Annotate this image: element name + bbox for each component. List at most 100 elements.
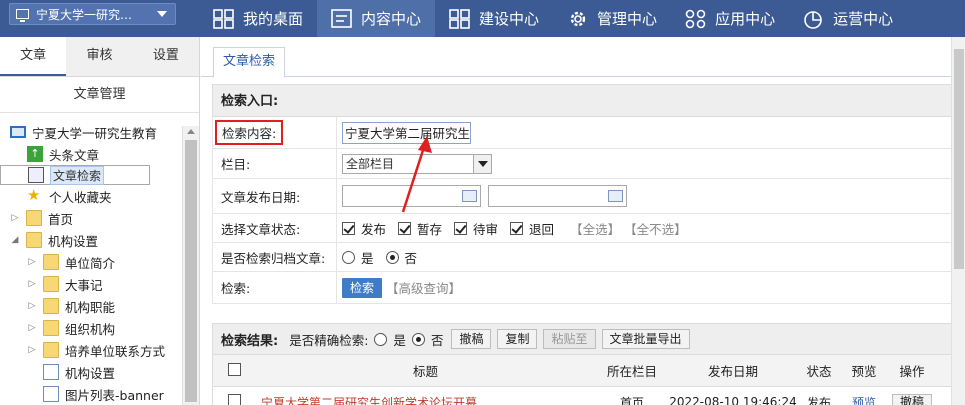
status-pending[interactable]: 待审 (454, 219, 498, 238)
tab-article-search[interactable]: 文章检索 (213, 47, 286, 78)
header-select-cell (213, 362, 255, 379)
tree-item-label: 图片列表-banner (65, 387, 164, 403)
search-label: 检索: (213, 272, 337, 303)
status-label: 暂存 (417, 221, 443, 237)
scrollbar-thumb[interactable] (185, 140, 197, 402)
tree-item-unit-intro[interactable]: ▷ 单位简介 (0, 251, 199, 273)
copy-button[interactable]: 复制 (497, 329, 538, 349)
folder-icon (26, 232, 42, 248)
paste-to-button[interactable]: 粘贴至 (543, 329, 596, 349)
tree-item-favorites[interactable]: ★ 个人收藏夹 (0, 185, 199, 207)
channel-tree: 宁夏大学一研究生教育 ↑ 头条文章 文章检索 ★ 个人收藏夹 ▷ 首页 ◢ 机构… (0, 113, 199, 405)
nav-content-center[interactable]: 内容中心 (317, 0, 436, 37)
column-header-operation[interactable]: 操作 (888, 361, 936, 380)
column-header-channel[interactable]: 所在栏目 (596, 361, 668, 380)
nav-app-center[interactable]: 应用中心 (671, 0, 789, 37)
precise-no[interactable]: 否 (411, 330, 443, 349)
search-button[interactable]: 检索 (342, 277, 383, 298)
tree-item-home[interactable]: ▷ 首页 (0, 207, 199, 229)
radio[interactable] (374, 332, 388, 346)
tree-item-org-structure[interactable]: ▷ 组织机构 (0, 317, 199, 339)
expand-icon[interactable]: ▷ (27, 345, 37, 355)
tree-item-functions[interactable]: ▷ 机构职能 (0, 295, 199, 317)
chevron-down-icon[interactable] (473, 154, 491, 173)
select-all-link[interactable]: 【全选】 (570, 219, 620, 238)
checkbox[interactable] (510, 221, 524, 235)
tree-item-root[interactable]: 宁夏大学一研究生教育 (0, 121, 199, 143)
search-content-label-cell: 检索内容: (213, 117, 337, 148)
status-returned[interactable]: 退回 (510, 219, 554, 238)
collapse-icon[interactable]: ◢ (10, 235, 20, 245)
main-scrollbar[interactable] (951, 37, 965, 405)
archive-no[interactable]: 否 (385, 248, 418, 267)
precise-yes[interactable]: 是 (374, 330, 406, 349)
search-doc-icon (28, 167, 44, 183)
advanced-search-link[interactable]: 【高级查询】 (386, 278, 461, 297)
scroll-up-icon[interactable] (187, 129, 195, 134)
column-header-status[interactable]: 状态 (798, 361, 840, 380)
select-none-link[interactable]: 【全不选】 (624, 219, 687, 238)
calendar-icon[interactable] (608, 190, 623, 202)
tree-item-headline[interactable]: ↑ 头条文章 (0, 143, 199, 165)
tree-item-banner-list[interactable]: 图片列表-banner (0, 383, 199, 405)
nav-build-center[interactable]: 建设中心 (435, 0, 553, 37)
tree-item-org-setup-page[interactable]: 机构设置 (0, 361, 199, 383)
row-channel: 首页 (619, 395, 644, 405)
expand-icon[interactable]: ▷ (10, 213, 20, 223)
archive-yes[interactable]: 是 (342, 248, 374, 267)
row-title-link[interactable]: 宁夏大学第二届研究生创新学术论坛开幕 (255, 394, 596, 405)
sidebar-tab-article[interactable]: 文章 (0, 37, 67, 76)
monitor-icon (16, 9, 29, 22)
date-to-input[interactable] (488, 185, 627, 207)
column-header-preview[interactable]: 预览 (840, 361, 888, 380)
status-draft[interactable]: 暂存 (398, 219, 442, 238)
row-withdraw-button[interactable]: 撤稿 (891, 394, 932, 405)
select-all-checkbox[interactable] (227, 362, 241, 376)
row-publish-date: 文章发布日期: (212, 179, 954, 214)
expand-icon[interactable]: ▷ (27, 323, 37, 333)
radio-label: 否 (404, 250, 418, 266)
radio[interactable] (342, 250, 355, 264)
tree-item-label: 个人收藏夹 (49, 189, 112, 205)
calendar-icon[interactable] (462, 190, 477, 202)
tree-item-article-search[interactable]: 文章检索 (0, 165, 150, 185)
column-header-title[interactable]: 标题 (255, 361, 596, 380)
results-title: 检索结果: (221, 333, 279, 349)
nav-operation-center[interactable]: 运营中心 (789, 0, 907, 37)
expand-icon[interactable]: ▷ (27, 279, 37, 289)
row-status: 发布 (806, 395, 831, 405)
expand-icon[interactable]: ▷ (27, 301, 37, 311)
checkbox[interactable] (454, 221, 468, 235)
radio[interactable] (411, 332, 425, 346)
publish-date-label: 文章发布日期: (213, 179, 337, 213)
withdraw-button[interactable]: 撤稿 (451, 329, 492, 349)
tree-item-org-setup[interactable]: ◢ 机构设置 (0, 229, 199, 251)
row-checkbox[interactable] (227, 394, 241, 405)
sidebar-scrollbar[interactable] (182, 126, 199, 405)
tree-item-contacts[interactable]: ▷ 培养单位联系方式 (0, 339, 199, 361)
tree-item-label: 单位简介 (65, 255, 116, 271)
nav-admin-center[interactable]: 管理中心 (553, 0, 671, 37)
tree-item-chronicle[interactable]: ▷ 大事记 (0, 273, 199, 295)
site-selector[interactable]: 宁夏大学一研究… (9, 3, 176, 25)
sidebar-tab-review[interactable]: 审核 (66, 37, 132, 76)
batch-export-button[interactable]: 文章批量导出 (601, 329, 690, 349)
checkbox[interactable] (398, 221, 412, 235)
scrollbar-thumb[interactable] (954, 49, 964, 269)
nav-my-desktop[interactable]: 我的桌面 (199, 0, 317, 37)
doc-icon (43, 364, 59, 380)
nav-label: 管理中心 (597, 10, 658, 28)
radio[interactable] (385, 250, 399, 264)
sidebar-tab-settings[interactable]: 设置 (133, 37, 199, 76)
row-date: 2022-08-10 19:46:24 (669, 395, 797, 405)
checkbox[interactable] (342, 221, 355, 235)
expand-icon[interactable]: ▷ (27, 257, 37, 267)
row-search-content: 检索内容: 宁夏大学第二届研究生创 (212, 117, 954, 149)
column-header-date[interactable]: 发布日期 (668, 361, 798, 380)
column-label: 栏目: (213, 149, 337, 178)
tree-item-label: 机构设置 (48, 233, 99, 249)
precise-search-label: 是否精确检索: (289, 332, 369, 348)
status-published[interactable]: 发布 (342, 219, 386, 238)
row-preview-link[interactable]: 预览 (840, 394, 888, 405)
status-label: 选择文章状态: (213, 214, 337, 242)
